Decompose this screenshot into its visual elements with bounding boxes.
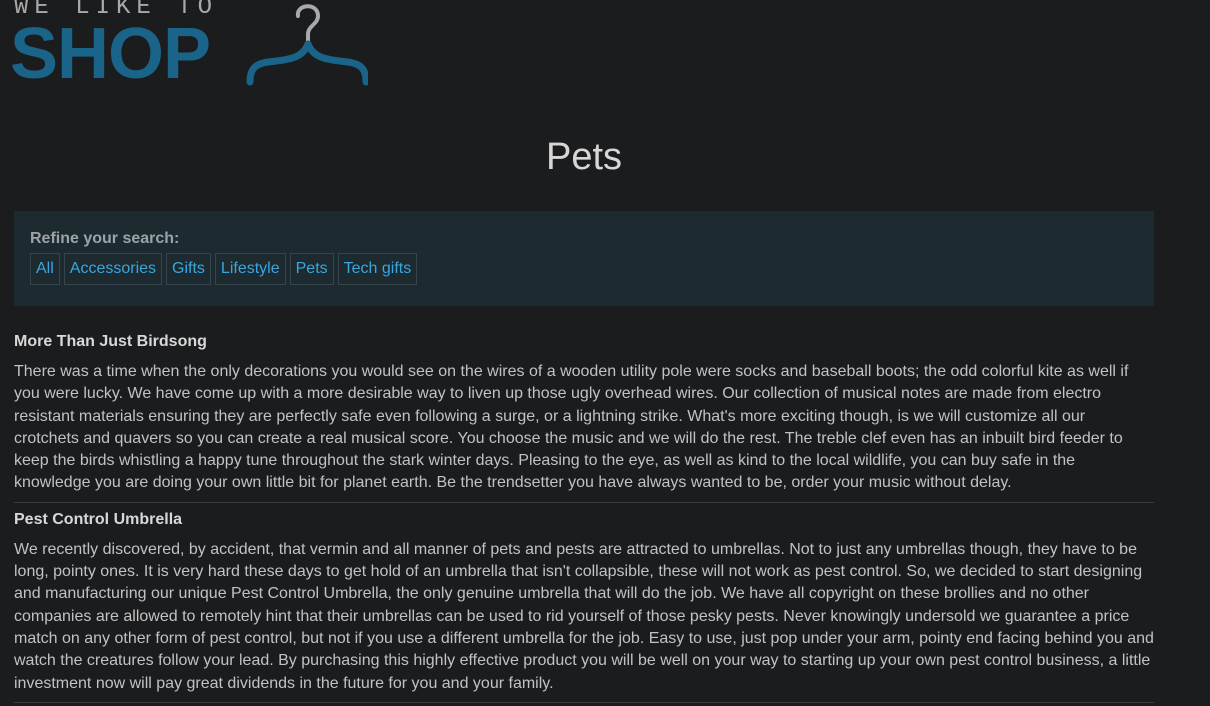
article-title: Pest Control Umbrella bbox=[14, 510, 183, 528]
page-title: Pets bbox=[545, 136, 623, 178]
filter-link-all[interactable]: All bbox=[30, 253, 60, 285]
logo-wordmark: SHOP bbox=[10, 14, 211, 94]
article-list: More Than Just Birdsong There was a time… bbox=[14, 332, 1154, 706]
page: WE LIKE TO SHOP Pets Refine your search:… bbox=[0, 0, 1210, 706]
filter-link-tech-gifts[interactable]: Tech gifts bbox=[337, 253, 418, 285]
filter-label: Refine your search: bbox=[30, 230, 180, 247]
site-logo[interactable]: WE LIKE TO SHOP bbox=[10, 0, 374, 96]
article-title: More Than Just Birdsong bbox=[14, 333, 207, 350]
filter-link-gifts[interactable]: Gifts bbox=[166, 253, 211, 285]
hanger-icon bbox=[246, 4, 368, 86]
filter-link-accessories[interactable]: Accessories bbox=[63, 253, 163, 285]
article-body: There was a time when the only decoratio… bbox=[14, 363, 1129, 492]
filter-link-lifestyle[interactable]: Lifestyle bbox=[214, 253, 286, 285]
filter-link-pets[interactable]: Pets bbox=[289, 253, 334, 285]
article-item: Pest Control Umbrella We recently discov… bbox=[14, 510, 1154, 703]
article-body: We recently discovered, by accident, tha… bbox=[14, 540, 1154, 692]
filter-category-list: All Accessories Gifts Lifestyle Pets Tec… bbox=[30, 253, 1138, 285]
article-item: More Than Just Birdsong There was a time… bbox=[14, 332, 1154, 503]
filter-panel: Refine your search: All Accessories Gift… bbox=[14, 211, 1154, 306]
